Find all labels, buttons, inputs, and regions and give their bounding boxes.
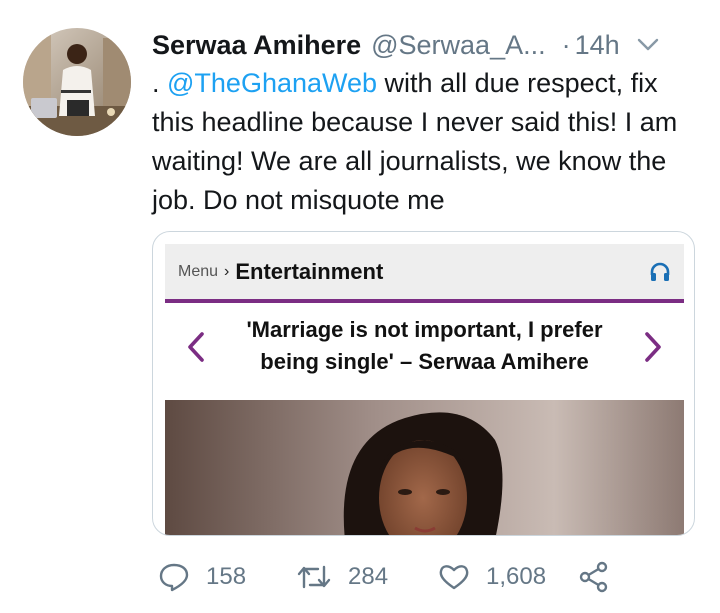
like-button[interactable]: 1,608 [438,563,578,591]
author-handle[interactable]: @Serwaa_A... [371,30,546,61]
section-label: Entertainment [235,259,384,284]
article-headline: 'Marriage is not important, I prefer bei… [246,317,603,374]
reply-icon [159,563,189,592]
tweet-header: Serwaa Amihere @Serwaa_A... · 14h [152,28,700,62]
tweet-time[interactable]: 14h [575,30,620,61]
retweet-count: 284 [348,563,389,590]
like-count: 1,608 [486,563,547,590]
tweet-text: . @TheGhanaWeb with all due respect, fix… [152,64,700,220]
author-name[interactable]: Serwaa Amihere [152,30,361,61]
retweet-button[interactable]: 284 [296,563,438,591]
time-separator: · [561,29,571,60]
avatar[interactable] [23,28,131,136]
reply-button[interactable]: 158 [158,562,296,592]
like-icon [439,565,469,590]
reply-count: 158 [206,563,247,590]
arrow-right-icon [645,332,661,362]
retweet-icon [297,565,331,589]
menu-separator: › [224,263,230,280]
share-button[interactable] [578,561,610,593]
arrow-left-icon [188,332,204,362]
chevron-down-icon[interactable] [636,37,660,53]
section-divider [165,299,684,303]
link-card[interactable]: Menu › Entertainment 'Marriage is not im… [152,231,695,536]
article-photo-image [165,400,684,535]
site-nav-bar: Menu › Entertainment [165,244,684,300]
card-screenshot: Menu › Entertainment 'Marriage is not im… [165,244,684,535]
mention-link[interactable]: @TheGhanaWeb [167,68,377,98]
share-icon [579,561,608,593]
headphones-icon [650,262,670,281]
tweet-text-prefix: . [152,68,168,98]
headline-block: 'Marriage is not important, I prefer bei… [165,314,684,384]
menu-label: Menu [178,263,219,280]
avatar-photo [23,28,131,136]
tweet-actions: 158 284 1,608 [158,557,610,597]
article-photo [165,400,684,535]
